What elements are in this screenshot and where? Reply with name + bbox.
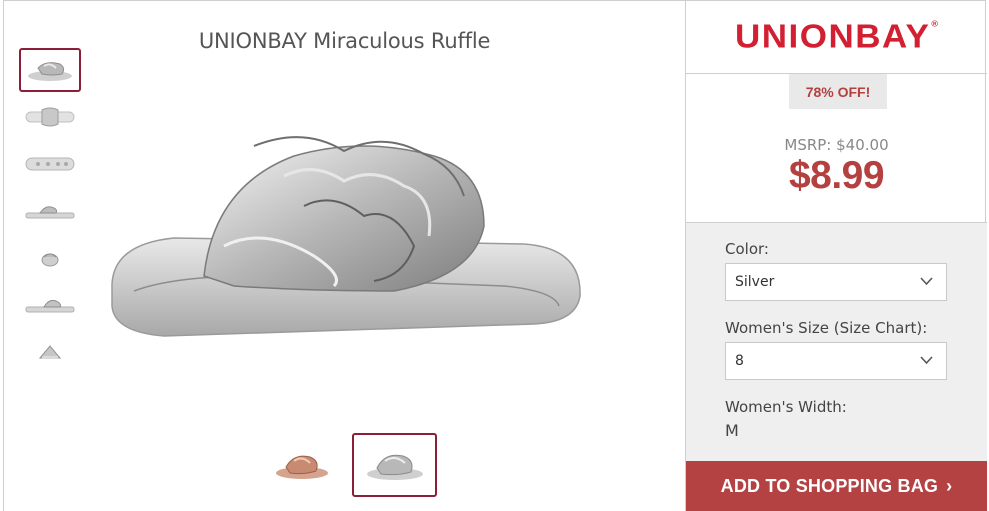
options-section: Color: Silver Women's Size (Size Chart):…	[686, 223, 987, 461]
chevron-down-icon	[920, 356, 933, 365]
thumbnail-side-2[interactable]	[19, 283, 81, 327]
sandal-back-icon	[38, 345, 62, 359]
thumbnail-back[interactable]	[19, 330, 81, 374]
color-swatches	[262, 433, 437, 497]
sale-price: $8.99	[788, 154, 885, 197]
thumbnail-side[interactable]	[19, 189, 81, 233]
thumbnail-angle[interactable]	[19, 48, 81, 92]
sandal-main-image	[111, 136, 581, 337]
sandal-side-2-icon	[25, 299, 75, 313]
brand-header: UNIONBAY®	[686, 1, 987, 74]
sandal-angle-icon	[28, 62, 72, 81]
registered-mark: ®	[931, 18, 939, 29]
add-to-bag-label: ADD TO SHOPPING BAG	[720, 476, 939, 496]
sandal-silver-icon	[366, 454, 423, 480]
product-gallery: UNIONBAY Miraculous Ruffle	[4, 1, 685, 511]
color-select-value: Silver	[735, 274, 775, 290]
sandal-front-icon	[41, 253, 59, 267]
sandal-top-icon	[25, 107, 75, 127]
brand-logo-text: UNIONBAY	[734, 18, 931, 56]
sandal-side-icon	[25, 206, 75, 219]
swatch-rose-gold[interactable]	[262, 434, 342, 496]
product-main-image[interactable]	[104, 126, 594, 366]
msrp-text: MSRP: $40.00	[784, 136, 889, 154]
thumbnail-front[interactable]	[19, 236, 81, 280]
brand-logo[interactable]: UNIONBAY®	[735, 18, 938, 56]
size-label[interactable]: Women's Size (Size Chart):	[725, 319, 927, 337]
thumbnail-list	[19, 48, 81, 377]
thumbnail-bottom[interactable]	[19, 142, 81, 186]
price-section: 78% OFF! MSRP: $40.00 $8.99	[686, 74, 987, 223]
purchase-panel: UNIONBAY® 78% OFF! MSRP: $40.00 $8.99 Co…	[685, 1, 987, 511]
thumbnail-top[interactable]	[19, 95, 81, 139]
size-select-value: 8	[735, 353, 744, 369]
width-label: Women's Width:	[725, 398, 847, 416]
width-value: M	[725, 421, 739, 440]
discount-badge: 78% OFF!	[789, 74, 887, 109]
swatch-silver[interactable]	[352, 433, 437, 497]
color-select[interactable]: Silver	[725, 263, 947, 301]
chevron-down-icon	[920, 277, 933, 286]
sandal-rose-gold-icon	[276, 455, 328, 479]
color-label: Color:	[725, 240, 769, 258]
add-to-bag-button[interactable]: ADD TO SHOPPING BAG ›	[686, 461, 987, 511]
page-frame: UNIONBAY Miraculous Ruffle UNIONBAY® 78%…	[3, 0, 987, 511]
sandal-bottom-icon	[25, 157, 75, 171]
product-title: UNIONBAY Miraculous Ruffle	[198, 29, 491, 53]
chevron-right-icon: ›	[946, 476, 953, 496]
size-select[interactable]: 8	[725, 342, 947, 380]
